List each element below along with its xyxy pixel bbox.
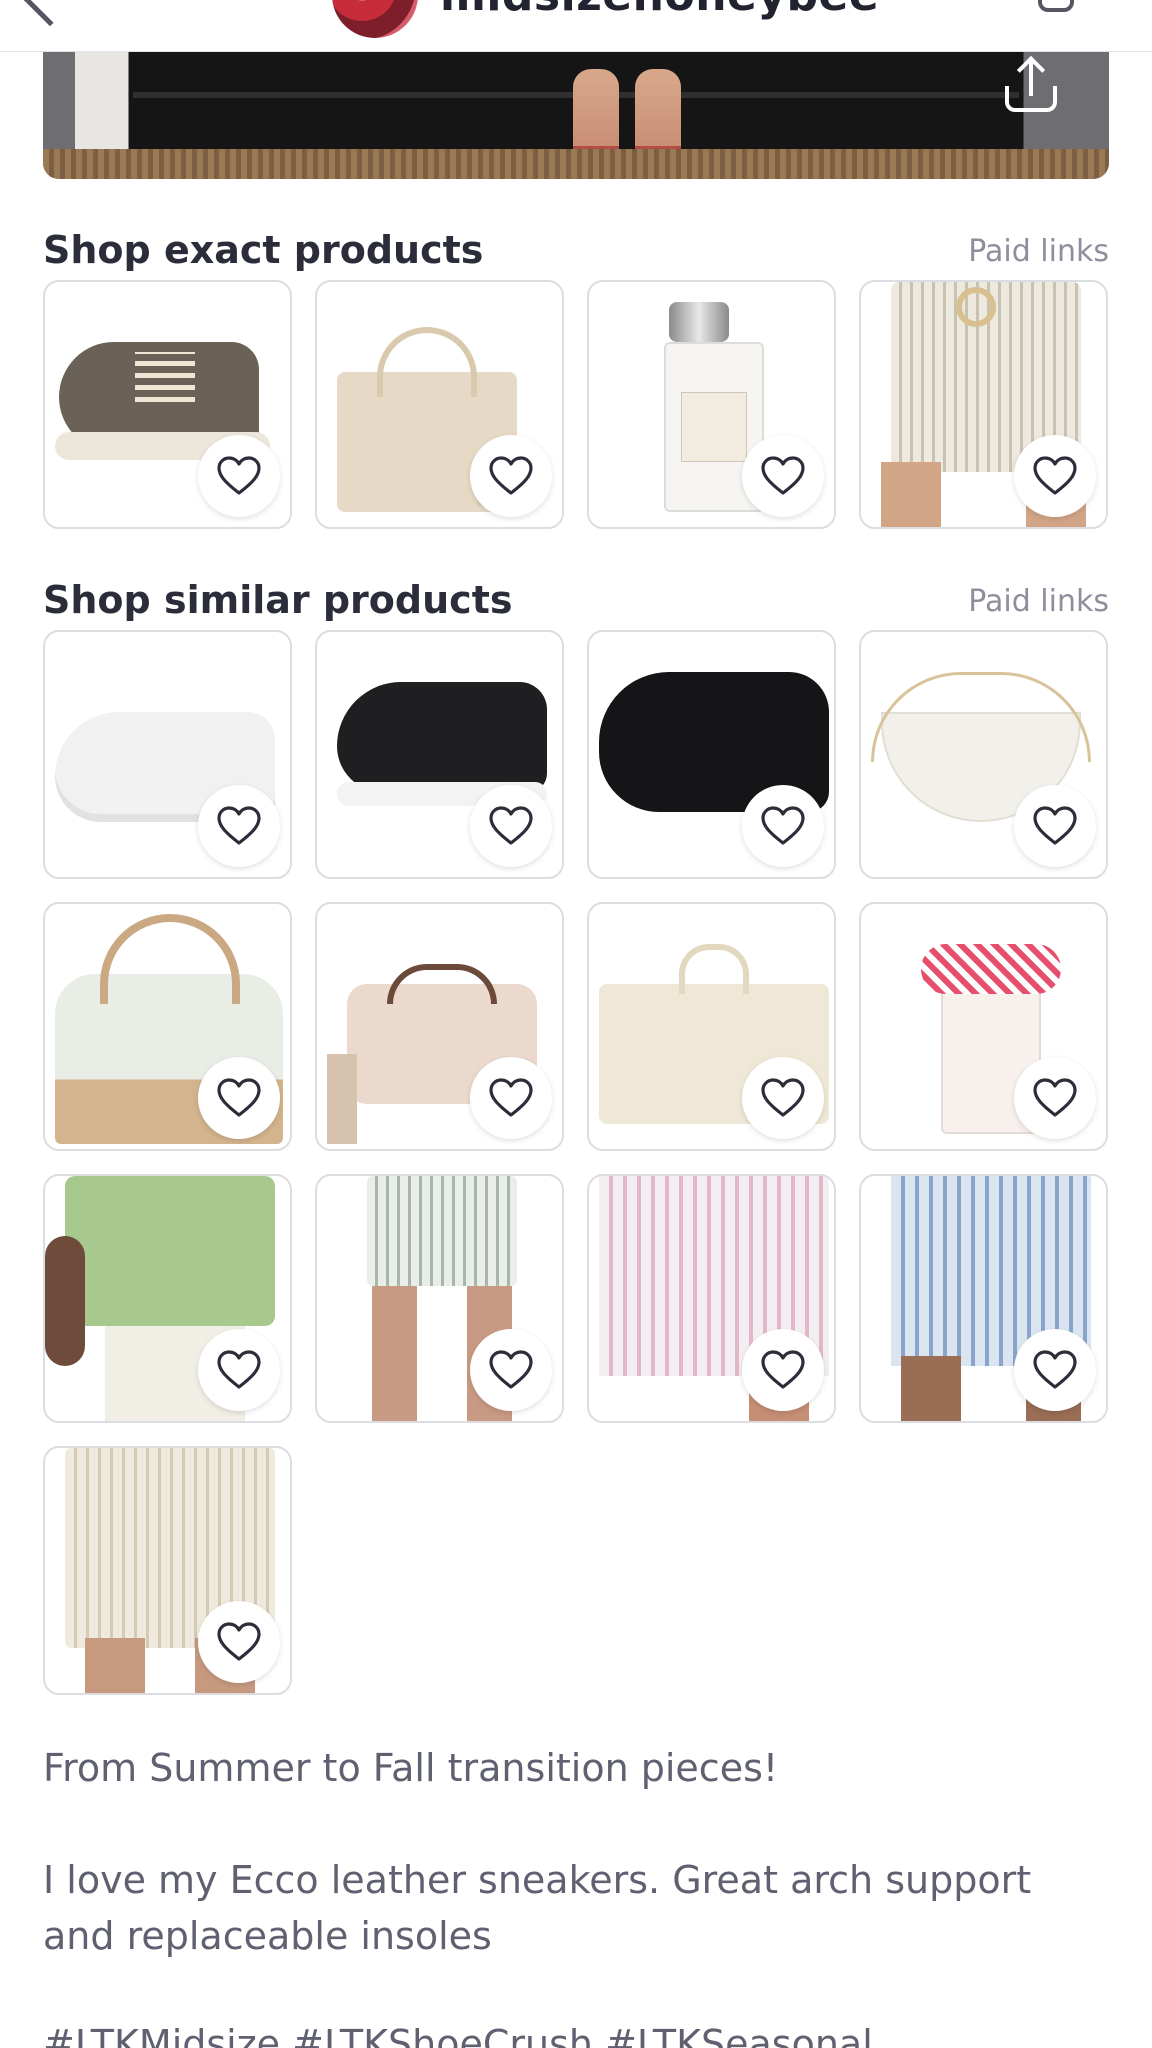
top-bar: midsizehoneybee	[0, 0, 1152, 52]
product-card[interactable]	[43, 280, 292, 529]
username[interactable]: midsizehoneybee	[440, 0, 879, 21]
product-card[interactable]	[587, 280, 836, 529]
product-card[interactable]	[315, 630, 564, 879]
heart-icon[interactable]	[198, 1329, 280, 1411]
heart-icon[interactable]	[198, 1601, 280, 1683]
heart-icon[interactable]	[470, 1329, 552, 1411]
similar-products-header: Shop similar products Paid links	[43, 578, 1109, 628]
similar-products-title: Shop similar products	[43, 578, 513, 622]
heart-icon[interactable]	[470, 1057, 552, 1139]
share-icon[interactable]	[1005, 55, 1057, 112]
paid-links-label[interactable]: Paid links	[968, 584, 1109, 619]
heart-icon[interactable]	[1014, 785, 1096, 867]
product-card[interactable]	[859, 280, 1108, 529]
product-card[interactable]	[859, 902, 1108, 1151]
post-image[interactable]	[43, 52, 1109, 179]
heart-icon[interactable]	[470, 435, 552, 517]
heart-icon[interactable]	[1014, 1329, 1096, 1411]
share-arrow-head	[1016, 55, 1046, 85]
product-card[interactable]	[315, 280, 564, 529]
product-card[interactable]	[859, 630, 1108, 879]
heart-icon[interactable]	[742, 1057, 824, 1139]
heart-icon[interactable]	[742, 785, 824, 867]
exact-products-header: Shop exact products Paid links	[43, 228, 1109, 278]
exact-products-title: Shop exact products	[43, 228, 484, 272]
post-caption-line2: I love my Ecco leather sneakers. Great a…	[43, 1858, 1032, 1958]
product-card[interactable]	[587, 902, 836, 1151]
similar-products-grid	[43, 630, 1109, 1695]
product-card[interactable]	[43, 630, 292, 879]
heart-icon[interactable]	[198, 1057, 280, 1139]
product-card[interactable]	[587, 630, 836, 879]
product-card[interactable]	[315, 1174, 564, 1423]
heart-icon[interactable]	[470, 785, 552, 867]
heart-icon[interactable]	[1014, 435, 1096, 517]
product-card[interactable]	[43, 1446, 292, 1695]
heart-icon[interactable]	[198, 785, 280, 867]
doormat	[43, 149, 1109, 179]
heart-icon[interactable]	[742, 1329, 824, 1411]
product-card[interactable]	[43, 902, 292, 1151]
product-card[interactable]	[43, 1174, 292, 1423]
product-card[interactable]	[315, 902, 564, 1151]
product-card[interactable]	[587, 1174, 836, 1423]
bell-icon[interactable]	[1038, 0, 1074, 12]
avatar[interactable]	[332, 0, 418, 38]
post-caption-line1: From Summer to Fall transition pieces!	[43, 1746, 779, 1790]
back-chevron-icon[interactable]	[21, 0, 79, 27]
paid-links-label[interactable]: Paid links	[968, 234, 1109, 269]
product-card[interactable]	[859, 1174, 1108, 1423]
heart-icon[interactable]	[1014, 1057, 1096, 1139]
heart-icon[interactable]	[198, 435, 280, 517]
exact-products-grid	[43, 280, 1109, 529]
post-hashtags[interactable]: #LTKMidsize #LTKShoeCrush #LTKSeasonal	[43, 2016, 1109, 2048]
heart-icon[interactable]	[742, 435, 824, 517]
